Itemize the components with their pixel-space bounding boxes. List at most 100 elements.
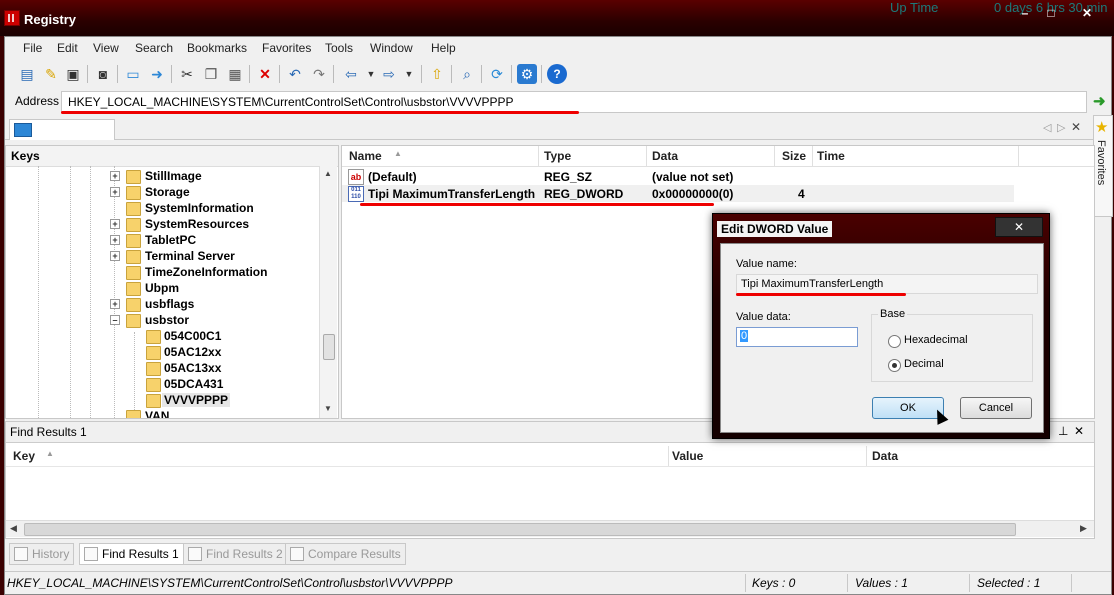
address-input[interactable]: HKEY_LOCAL_MACHINE\SYSTEM\CurrentControl… bbox=[61, 91, 1087, 113]
collapse-minus-icon[interactable]: – bbox=[110, 315, 120, 325]
value-row-selected[interactable]: 011 110 Tipi MaximumTransferLength REG_DW… bbox=[342, 185, 1014, 202]
forward-icon[interactable]: ⇨ bbox=[379, 64, 399, 84]
menu-search[interactable]: Search bbox=[135, 41, 173, 55]
tree-item[interactable]: 054C00C1 bbox=[6, 328, 318, 344]
keys-vertical-scrollbar[interactable]: ▲ ▼ bbox=[319, 166, 337, 418]
tree-item[interactable]: TimeZoneInformation bbox=[6, 264, 318, 280]
decimal-radio[interactable] bbox=[888, 359, 901, 372]
find-horizontal-scrollbar[interactable]: ◀ ▶ bbox=[6, 520, 1094, 537]
tab-close-icon[interactable]: ✕ bbox=[1071, 120, 1081, 134]
tab-scroll-left-icon[interactable]: ◁ bbox=[1043, 121, 1051, 134]
tree-item[interactable]: – usbstor bbox=[6, 312, 318, 328]
favorites-side-tab[interactable]: ★ Favorites bbox=[1093, 115, 1113, 217]
column-separator[interactable] bbox=[668, 446, 669, 466]
computer-icon[interactable]: ▭ bbox=[123, 64, 143, 84]
minimize-button[interactable]: – bbox=[1014, 6, 1036, 20]
back-icon[interactable]: ⇦ bbox=[341, 64, 361, 84]
pin-icon[interactable]: ⊥ bbox=[1058, 424, 1068, 438]
refresh-icon[interactable]: ⟳ bbox=[487, 64, 507, 84]
expand-plus-icon[interactable]: + bbox=[110, 299, 120, 309]
expand-plus-icon[interactable]: + bbox=[110, 235, 120, 245]
decimal-label[interactable]: Decimal bbox=[904, 358, 944, 370]
column-separator[interactable] bbox=[1018, 146, 1019, 166]
column-data[interactable]: Data bbox=[652, 149, 678, 163]
menu-bookmarks[interactable]: Bookmarks bbox=[187, 41, 247, 55]
scroll-up-icon[interactable]: ▲ bbox=[324, 169, 332, 178]
cut-icon[interactable]: ✂ bbox=[177, 64, 197, 84]
undo-icon[interactable]: ↶ bbox=[285, 64, 305, 84]
hexadecimal-radio[interactable] bbox=[888, 335, 901, 348]
expand-plus-icon[interactable]: + bbox=[110, 187, 120, 197]
scroll-thumb[interactable] bbox=[24, 523, 1016, 536]
scroll-left-icon[interactable]: ◀ bbox=[10, 523, 17, 534]
dialog-close-button[interactable]: ✕ bbox=[995, 217, 1043, 237]
paste-icon[interactable]: ▦ bbox=[225, 64, 245, 84]
expand-plus-icon[interactable]: + bbox=[110, 251, 120, 261]
tree-item[interactable]: 05DCA431 bbox=[6, 376, 318, 392]
tab-computer[interactable] bbox=[9, 119, 115, 140]
back-dropdown-icon[interactable]: ▼ bbox=[361, 64, 381, 84]
column-type[interactable]: Type bbox=[544, 149, 571, 163]
tree-item[interactable]: 05AC13xx bbox=[6, 360, 318, 376]
open-key-icon[interactable]: ▤ bbox=[17, 64, 37, 84]
menu-favorites[interactable]: Favorites bbox=[262, 41, 311, 55]
find-icon[interactable]: ⌕ bbox=[457, 64, 477, 84]
forward-dropdown-icon[interactable]: ▼ bbox=[399, 64, 419, 84]
settings-icon[interactable]: ⚙ bbox=[517, 64, 537, 84]
export-icon[interactable]: ✎ bbox=[41, 64, 61, 84]
menu-help[interactable]: Help bbox=[431, 41, 456, 55]
tree-item-selected[interactable]: VVVVPPPP bbox=[6, 392, 318, 408]
tree-item[interactable]: + TabletPC bbox=[6, 232, 318, 248]
connect-icon[interactable]: ➜ bbox=[147, 64, 167, 84]
tree-item[interactable]: + Storage bbox=[6, 184, 318, 200]
menu-tools[interactable]: Tools bbox=[325, 41, 353, 55]
scroll-right-icon[interactable]: ▶ bbox=[1080, 523, 1087, 534]
tree-item[interactable]: + StillImage bbox=[6, 168, 318, 184]
value-data-input[interactable]: 0 bbox=[736, 327, 858, 347]
redo-icon[interactable]: ↷ bbox=[309, 64, 329, 84]
column-value[interactable]: Value bbox=[672, 449, 703, 463]
tab-find-results-2[interactable]: Find Results 2 bbox=[183, 543, 288, 565]
tab-scroll-right-icon[interactable]: ▷ bbox=[1057, 121, 1065, 134]
column-name[interactable]: Name bbox=[349, 149, 382, 163]
cancel-button[interactable]: Cancel bbox=[960, 397, 1032, 419]
menu-file[interactable]: File bbox=[23, 41, 42, 55]
menu-edit[interactable]: Edit bbox=[57, 41, 78, 55]
tree-item[interactable]: 05AC12xx bbox=[6, 344, 318, 360]
tree-item[interactable]: Ubpm bbox=[6, 280, 318, 296]
column-separator[interactable] bbox=[646, 146, 647, 166]
close-window-button[interactable]: ✕ bbox=[1076, 6, 1098, 20]
column-time[interactable]: Time bbox=[817, 149, 845, 163]
column-separator[interactable] bbox=[866, 446, 867, 466]
tree-item[interactable]: + usbflags bbox=[6, 296, 318, 312]
column-data[interactable]: Data bbox=[872, 449, 898, 463]
menu-view[interactable]: View bbox=[93, 41, 119, 55]
expand-plus-icon[interactable]: + bbox=[110, 219, 120, 229]
close-icon[interactable]: ✕ bbox=[1074, 424, 1084, 438]
tab-compare-results[interactable]: Compare Results bbox=[285, 543, 406, 565]
snapshot-icon[interactable]: ◙ bbox=[93, 64, 113, 84]
tab-history[interactable]: History bbox=[9, 543, 75, 565]
column-separator[interactable] bbox=[538, 146, 539, 166]
column-key[interactable]: Key bbox=[13, 449, 35, 463]
column-separator[interactable] bbox=[812, 146, 813, 166]
column-separator[interactable] bbox=[774, 146, 775, 166]
help-icon[interactable]: ? bbox=[547, 64, 567, 84]
tree-item[interactable]: SystemInformation bbox=[6, 200, 318, 216]
copy-icon[interactable]: ❐ bbox=[201, 64, 221, 84]
menu-window[interactable]: Window bbox=[370, 41, 413, 55]
delete-icon[interactable]: ✕ bbox=[255, 64, 275, 84]
go-arrow-icon[interactable]: ➜ bbox=[1093, 92, 1106, 110]
scroll-down-icon[interactable]: ▼ bbox=[324, 404, 332, 413]
scroll-thumb[interactable] bbox=[323, 334, 335, 360]
hexadecimal-label[interactable]: Hexadecimal bbox=[904, 334, 968, 346]
tree-item[interactable]: + Terminal Server bbox=[6, 248, 318, 264]
column-size[interactable]: Size bbox=[782, 149, 806, 163]
save-icon[interactable]: ▣ bbox=[63, 64, 83, 84]
up-folder-icon[interactable]: ⇧ bbox=[427, 64, 447, 84]
maximize-button[interactable]: □ bbox=[1040, 6, 1062, 20]
value-row[interactable]: ab (Default) REG_SZ (value not set) bbox=[342, 168, 1014, 185]
expand-plus-icon[interactable]: + bbox=[110, 171, 120, 181]
tab-find-results-1[interactable]: Find Results 1 bbox=[79, 543, 184, 565]
tree-item[interactable]: VAN bbox=[6, 408, 318, 418]
